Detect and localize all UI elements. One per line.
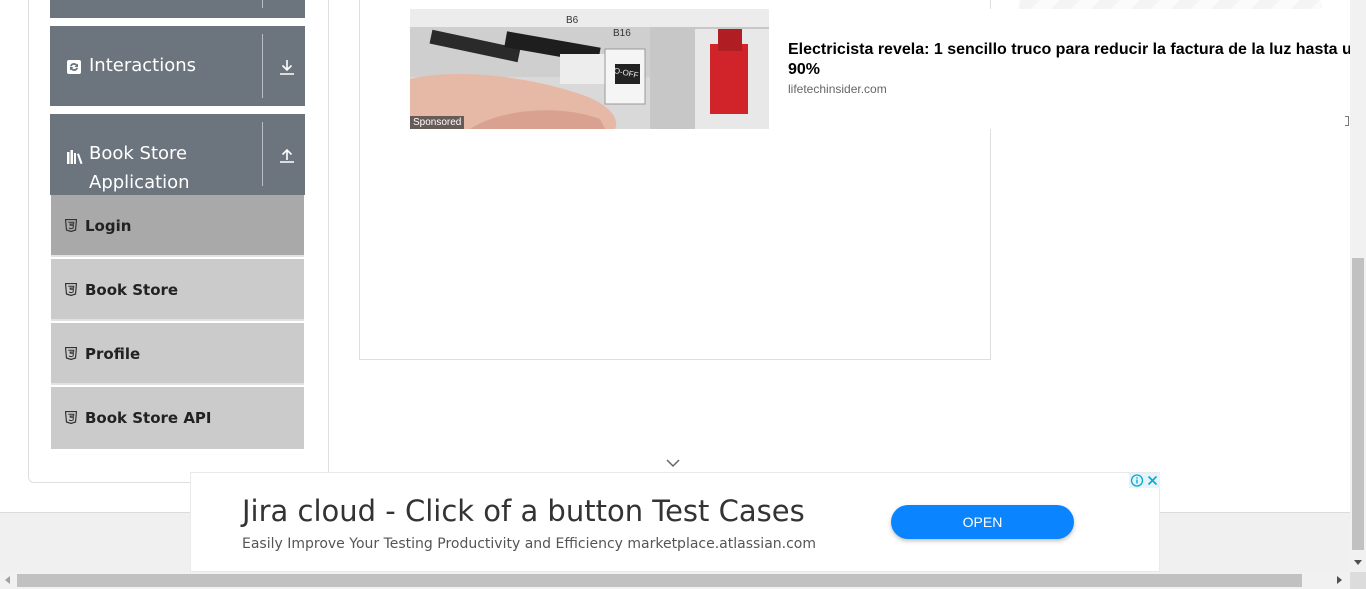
scroll-right-arrow-icon[interactable] [1337,576,1342,584]
sponsored-label: Sponsored [410,116,465,129]
ad-headline[interactable]: Electricista revela: 1 sencillo truco pa… [788,40,1358,80]
menu-item-label: Book Store [85,281,179,299]
scroll-down-arrow-icon[interactable] [1354,560,1362,565]
ad-headline-line: 90% [788,61,821,78]
group-header-previous[interactable] [50,0,305,18]
circuit-breaker-photo: B6 B16 O-OFF [410,9,769,129]
group-title-book-store-application: Book Store Application [89,143,190,193]
divider [262,122,263,186]
ad-info-mark[interactable] [1345,116,1349,126]
chevron-down-icon[interactable] [666,458,680,468]
html5-icon [65,347,77,360]
collapse-arrow-up-icon[interactable] [278,146,296,164]
ad-domain: lifetechinsider.com [788,82,887,96]
breaker-label: B16 [613,28,631,39]
ad-photo-circuit-breakers[interactable]: B6 B16 O-OFF Sponsored [410,9,769,129]
ad-title[interactable]: Jira cloud - Click of a button Test Case… [242,494,805,528]
breaker-label: B6 [566,15,579,26]
group-header-interactions[interactable]: Interactions [50,26,305,106]
menu-item-book-store[interactable]: Book Store [51,259,304,321]
divider [262,34,263,98]
group-header-book-store-application[interactable]: Book Store Application [50,114,305,195]
interactions-icon [67,60,81,74]
horizontal-scrollbar[interactable] [0,572,1366,589]
bottom-banner-ad[interactable]: Jira cloud - Click of a button Test Case… [190,472,1160,572]
adchoices-info-icon[interactable] [1129,473,1145,488]
close-icon[interactable] [1145,473,1160,488]
html5-icon [65,283,77,296]
menu-item-profile[interactable]: Profile [51,323,304,385]
menu-item-label: Profile [85,345,141,363]
menu-item-label: Login [85,217,132,235]
group-title-interactions: Interactions [89,55,197,76]
ad-subtitle: Easily Improve Your Testing Productivity… [242,536,816,552]
vertical-scrollbar[interactable] [1350,0,1366,572]
menu-item-label: Book Store API [85,409,212,427]
html5-icon [65,219,77,232]
html5-icon [65,411,77,424]
divider [262,0,263,8]
menu-item-login[interactable]: Login [51,195,304,257]
page: Interactions Book Store Application Logi… [0,0,1366,589]
menu-item-book-store-api[interactable]: Book Store API [51,387,304,449]
open-button[interactable]: OPEN [891,505,1074,539]
scrollbar-corner [1350,572,1366,589]
expand-arrow-down-icon[interactable] [278,58,296,76]
horizontal-scrollbar-thumb[interactable] [17,574,1302,587]
ad-headline-line: Electricista revela: 1 sencillo truco pa… [788,41,1352,58]
bookshelf-icon [67,150,83,164]
vertical-scrollbar-thumb[interactable] [1352,258,1364,550]
scroll-left-arrow-icon[interactable] [5,576,10,584]
sponsored-ad[interactable]: B6 B16 O-OFF Sponsored Electricista reve… [410,9,1360,129]
